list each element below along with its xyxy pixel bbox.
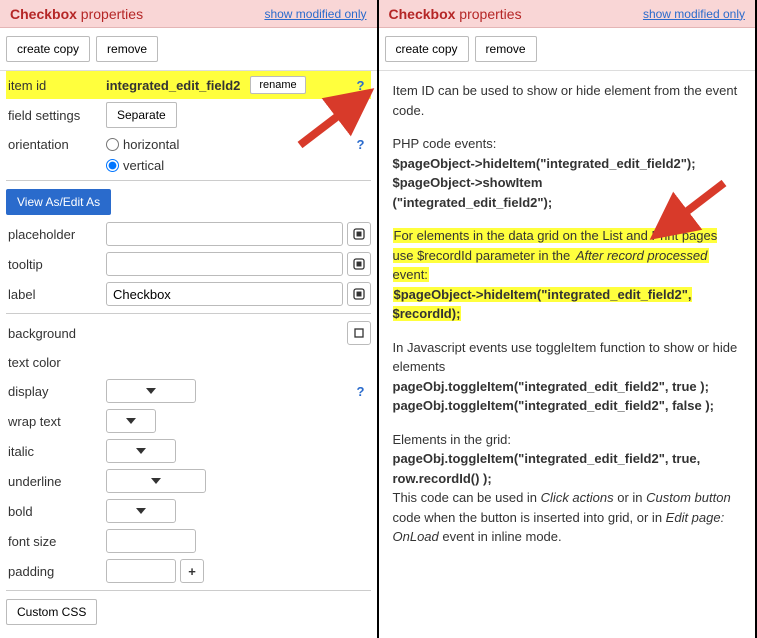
remove-button[interactable]: remove xyxy=(96,36,158,62)
tooltip-input[interactable] xyxy=(106,252,343,276)
plus-icon[interactable]: + xyxy=(180,559,204,583)
placeholder-row: placeholder xyxy=(6,219,371,249)
field-settings-label: field settings xyxy=(6,108,106,123)
help-icon[interactable]: ? xyxy=(351,384,371,399)
doc-p1: Item ID can be used to show or hide elem… xyxy=(393,81,742,120)
button-row: create copy remove xyxy=(379,28,756,71)
display-dropdown[interactable] xyxy=(106,379,196,403)
doc-php: PHP code events: $pageObject->hideItem("… xyxy=(393,134,742,212)
view-as-edit-as-button[interactable]: View As/Edit As xyxy=(6,189,111,215)
separate-button[interactable]: Separate xyxy=(106,102,177,128)
orientation-horizontal[interactable]: horizontal xyxy=(106,137,179,152)
orientation-label: orientation xyxy=(6,137,106,152)
item-id-value: integrated_edit_field2 xyxy=(106,78,240,93)
wrap-text-dropdown[interactable] xyxy=(106,409,156,433)
divider xyxy=(6,590,371,591)
color-picker-icon[interactable] xyxy=(347,321,371,345)
background-row: background xyxy=(6,318,371,348)
label-input[interactable] xyxy=(106,282,343,306)
multilang-icon[interactable] xyxy=(347,282,371,306)
create-copy-button[interactable]: create copy xyxy=(385,36,469,62)
bold-dropdown[interactable] xyxy=(106,499,176,523)
doc-body: Item ID can be used to show or hide elem… xyxy=(379,71,756,571)
help-icon[interactable]: ? xyxy=(351,137,371,152)
font-size-row: font size xyxy=(6,526,371,556)
italic-dropdown[interactable] xyxy=(106,439,176,463)
placeholder-input[interactable] xyxy=(106,222,343,246)
field-settings-row: field settings Separate xyxy=(6,99,371,131)
orientation-row: orientation horizontal vertical ? xyxy=(6,131,371,176)
background-label: background xyxy=(6,326,106,341)
font-size-label: font size xyxy=(6,534,106,549)
font-size-input[interactable] xyxy=(106,529,196,553)
italic-row: italic xyxy=(6,436,371,466)
panel-title: Checkbox properties xyxy=(389,6,522,22)
wrap-text-row: wrap text xyxy=(6,406,371,436)
padding-input[interactable] xyxy=(106,559,176,583)
right-panel: Checkbox properties show modified only c… xyxy=(379,0,757,638)
bold-label: bold xyxy=(6,504,106,519)
radio-vertical[interactable] xyxy=(106,159,119,172)
padding-label: padding xyxy=(6,564,106,579)
multilang-icon[interactable] xyxy=(347,222,371,246)
doc-grid-hl: For elements in the data grid on the Lis… xyxy=(393,226,742,324)
text-color-label: text color xyxy=(6,355,106,370)
wrap-text-label: wrap text xyxy=(6,414,106,429)
item-id-row: item id integrated_edit_field2 rename ? xyxy=(6,71,371,99)
panel-header: Checkbox properties show modified only xyxy=(0,0,377,28)
tooltip-label: tooltip xyxy=(6,257,106,272)
label-row: label xyxy=(6,279,371,309)
display-row: display ? xyxy=(6,376,371,406)
left-panel: Checkbox properties show modified only c… xyxy=(0,0,379,638)
label-field-label: label xyxy=(6,287,106,302)
radio-vertical-label: vertical xyxy=(123,158,164,173)
text-color-row: text color xyxy=(6,348,371,376)
underline-row: underline xyxy=(6,466,371,496)
doc-js: In Javascript events use toggleItem func… xyxy=(393,338,742,416)
display-label: display xyxy=(6,384,106,399)
underline-label: underline xyxy=(6,474,106,489)
panel-header: Checkbox properties show modified only xyxy=(379,0,756,28)
doc-js-grid: Elements in the grid: pageObj.toggleItem… xyxy=(393,430,742,547)
divider xyxy=(6,180,371,181)
panel-title: Checkbox properties xyxy=(10,6,143,22)
button-row: create copy remove xyxy=(0,28,377,71)
bold-row: bold xyxy=(6,496,371,526)
underline-dropdown[interactable] xyxy=(106,469,206,493)
placeholder-label: placeholder xyxy=(6,227,106,242)
form-body: item id integrated_edit_field2 rename ? … xyxy=(0,71,377,638)
create-copy-button[interactable]: create copy xyxy=(6,36,90,62)
help-icon[interactable]: ? xyxy=(351,78,371,93)
padding-row: padding + xyxy=(6,556,371,586)
orientation-vertical[interactable]: vertical xyxy=(106,158,164,173)
italic-label: italic xyxy=(6,444,106,459)
show-modified-link[interactable]: show modified only xyxy=(643,7,745,21)
radio-horizontal-label: horizontal xyxy=(123,137,179,152)
divider xyxy=(6,313,371,314)
custom-css-button[interactable]: Custom CSS xyxy=(6,599,97,625)
show-modified-link[interactable]: show modified only xyxy=(264,7,366,21)
rename-button[interactable]: rename xyxy=(250,76,305,94)
tooltip-row: tooltip xyxy=(6,249,371,279)
item-id-label: item id xyxy=(6,78,106,93)
radio-horizontal[interactable] xyxy=(106,138,119,151)
multilang-icon[interactable] xyxy=(347,252,371,276)
remove-button[interactable]: remove xyxy=(475,36,537,62)
